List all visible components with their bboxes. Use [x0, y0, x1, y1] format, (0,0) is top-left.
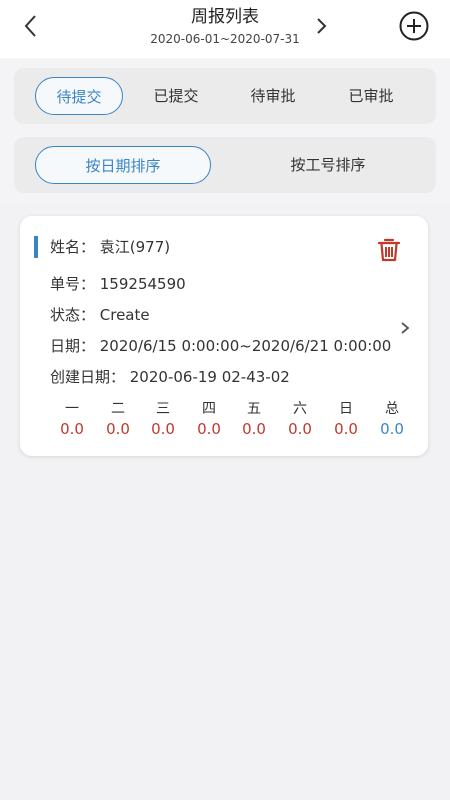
chevron-right-icon — [317, 18, 327, 34]
week-value-tue: 0.0 — [106, 420, 130, 438]
page-title: 周报列表 — [191, 7, 259, 27]
sort-by-employee-id-button[interactable]: 按工号排序 — [240, 146, 416, 184]
week-value-wed: 0.0 — [151, 420, 175, 438]
report-created-date: 创建日期： 2020-06-19 02-43-02 — [50, 368, 290, 386]
week-header-sun: 日 — [339, 401, 353, 417]
status-tab-bar: 待提交 已提交 待审批 已审批 — [14, 68, 436, 124]
week-header-mon: 一 — [65, 401, 79, 417]
week-value-fri: 0.0 — [242, 420, 266, 438]
chevron-right-icon — [401, 322, 410, 334]
week-header-tue: 二 — [111, 401, 125, 417]
tab-pending-approval[interactable]: 待审批 — [229, 77, 317, 115]
week-header-total: 总 — [385, 401, 399, 417]
title-block: 周报列表 2020-06-01~2020-07-31 — [0, 6, 450, 48]
tab-pending-submit[interactable]: 待提交 — [35, 77, 123, 115]
tab-approved[interactable]: 已审批 — [327, 77, 415, 115]
report-status: 状态： Create — [50, 306, 150, 324]
sort-tab-bar: 按日期排序 按工号排序 — [14, 137, 436, 193]
week-header-sat: 六 — [293, 401, 307, 417]
week-value-sun: 0.0 — [334, 420, 358, 438]
report-name: 姓名： 袁江(977) — [50, 238, 171, 256]
week-header-fri: 五 — [247, 401, 261, 417]
report-card[interactable]: 姓名： 袁江(977) 单号： 159254590 状态： Create 日期：… — [20, 216, 428, 456]
app-header: 周报列表 2020-06-01~2020-07-31 — [0, 0, 450, 58]
add-report-button[interactable] — [398, 10, 430, 42]
week-value-thu: 0.0 — [197, 420, 221, 438]
week-value-mon: 0.0 — [60, 420, 84, 438]
week-value-total: 0.0 — [380, 420, 404, 438]
week-value-sat: 0.0 — [288, 420, 312, 438]
trash-icon — [377, 238, 401, 262]
week-header-thu: 四 — [202, 401, 216, 417]
date-range: 2020-06-01~2020-07-31 — [150, 32, 300, 46]
week-header-wed: 三 — [156, 401, 170, 417]
report-number: 单号： 159254590 — [50, 275, 186, 293]
delete-button[interactable] — [374, 234, 404, 264]
report-date-range: 日期： 2020/6/15 0:00:00~2020/6/21 0:00:00 — [50, 337, 392, 355]
tab-submitted[interactable]: 已提交 — [132, 77, 220, 115]
sort-by-date-button[interactable]: 按日期排序 — [35, 146, 211, 184]
next-period-button[interactable] — [312, 14, 332, 38]
plus-circle-icon — [399, 11, 429, 41]
card-accent-bar — [34, 236, 38, 258]
card-chevron — [398, 318, 412, 338]
